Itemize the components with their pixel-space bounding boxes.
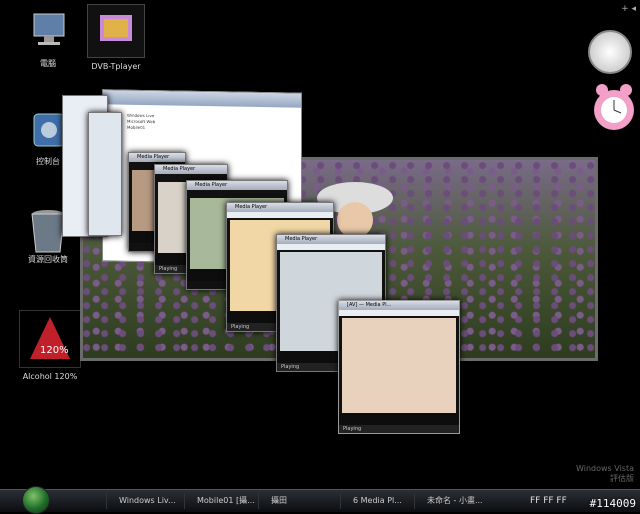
video-frame (342, 318, 456, 413)
media-player-window-front[interactable]: [AV] — Media Pl... Playing (338, 300, 460, 434)
id-stamp: #114009 (589, 497, 636, 510)
desktop-icon-alcohol[interactable]: 120% Alcohol 120% (14, 310, 86, 381)
player-titlebar[interactable]: [AV] — Media Pl... (339, 301, 459, 310)
desktop-icon-label: Alcohol 120% (22, 372, 78, 381)
taskbar: Windows Liv... Mobile01 [攝... 攝田 6 Media… (0, 486, 640, 514)
taskbar-button[interactable]: Mobile01 [攝... (184, 493, 269, 509)
desktop-icon-label: 電腦 (40, 59, 56, 68)
player-menubar[interactable] (339, 310, 459, 316)
player-menubar[interactable] (227, 212, 333, 218)
computer-icon (26, 10, 70, 54)
watermark: Windows Vista 評估版 (576, 464, 634, 484)
desktop-icon-dvb-tplayer[interactable]: DVB-Tplayer (80, 4, 152, 71)
watermark-line: 評估版 (610, 474, 634, 483)
player-titlebar[interactable]: Media Player (277, 235, 385, 244)
desktop-icon-computer[interactable]: 電腦 (12, 10, 84, 69)
sidebar-toggle[interactable]: + ◂ (621, 4, 636, 14)
taskbar-button[interactable]: 6 Media Pl... (340, 493, 425, 509)
desktop-icon-label: DVB-Tplayer (91, 62, 141, 71)
player-menubar[interactable] (277, 244, 385, 250)
player-titlebar[interactable]: Media Player (187, 181, 287, 190)
svg-text:120%: 120% (40, 345, 69, 356)
explorer-window[interactable] (88, 112, 122, 236)
desktop: 電腦 DVB-Tplayer 控制台 資源回收筒 120% Alcohol 12… (0, 0, 640, 514)
player-status: Playing (339, 425, 459, 433)
taskbar-button[interactable]: 攝田 (258, 493, 351, 509)
alcohol-icon: 120% (19, 310, 81, 368)
player-titlebar[interactable]: Media Player (155, 165, 227, 174)
watermark-line: Windows Vista (576, 464, 634, 473)
taskbar-button[interactable]: 未命名 - 小畫... (414, 493, 511, 509)
player-titlebar[interactable]: Media Player (129, 153, 185, 162)
player-controls[interactable] (339, 413, 459, 425)
player-titlebar[interactable]: Media Player (227, 203, 333, 212)
start-button[interactable] (22, 486, 50, 514)
cpu-gauge-gadget[interactable] (588, 30, 632, 74)
tv-icon (87, 4, 145, 58)
clock-gadget[interactable] (590, 78, 640, 138)
browser-text-line: Mobile01 (127, 124, 146, 131)
